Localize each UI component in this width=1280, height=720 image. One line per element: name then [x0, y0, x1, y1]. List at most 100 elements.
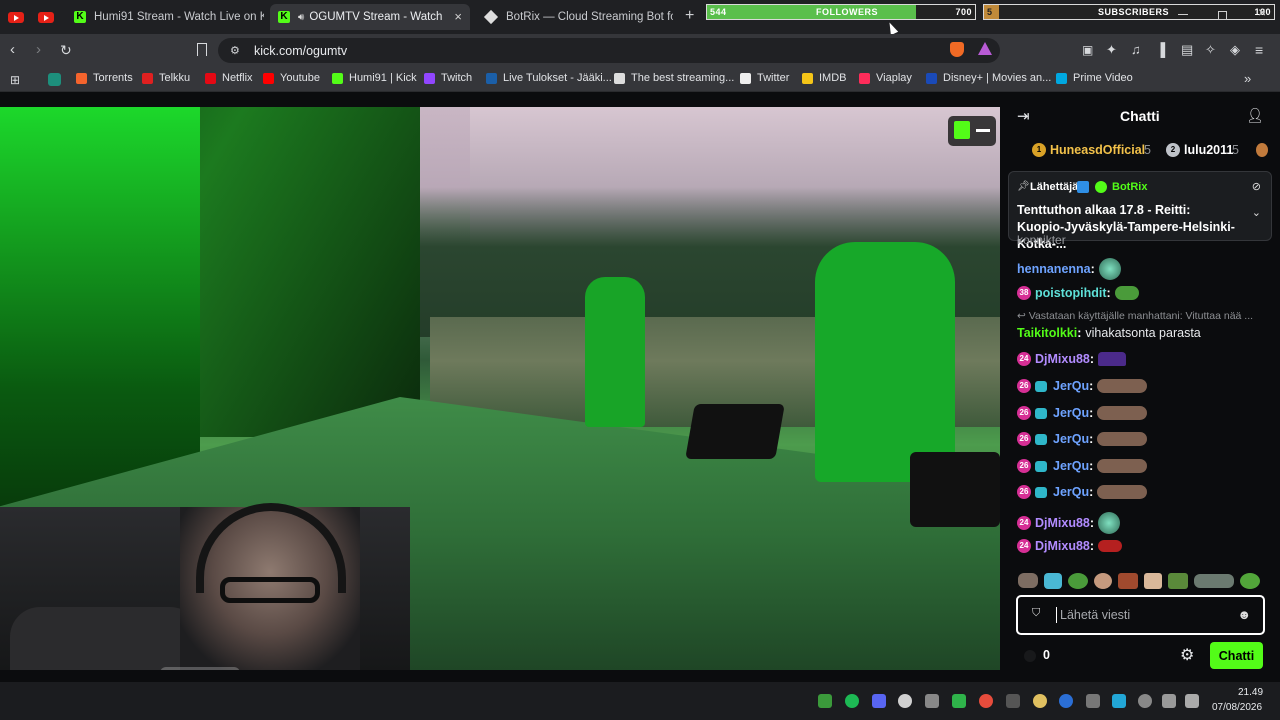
emote-rock-icon[interactable] [1097, 459, 1148, 473]
pinned-sender[interactable]: BotRix [1112, 181, 1147, 193]
bluetooth-icon[interactable] [1059, 694, 1073, 708]
url-bar[interactable]: ⚙︎ kick.com/ogumtv [218, 38, 1000, 63]
gifter-name[interactable]: lulu2011 [1184, 143, 1233, 157]
clock-date[interactable]: 07/08/2026 [1212, 702, 1262, 713]
microphone-icon[interactable] [1138, 694, 1152, 708]
chat-username[interactable]: Taikitolkki [1017, 326, 1077, 340]
emote-face-icon[interactable] [1094, 573, 1112, 589]
gifter-name[interactable]: HuneasdOfficial [1050, 143, 1145, 157]
emote-red-icon[interactable] [1098, 540, 1123, 552]
emote-dance-icon[interactable] [1044, 573, 1062, 589]
chat-username[interactable]: DjMixu88 [1035, 352, 1090, 366]
emoji-icon[interactable]: ☻ [1237, 607, 1251, 622]
restore-icon[interactable] [1218, 11, 1227, 20]
hide-pin-icon[interactable]: ⊘ [1252, 180, 1261, 193]
collapse-chat-icon[interactable]: ⇥ [1017, 107, 1030, 125]
close-window-icon[interactable]: × [1258, 4, 1266, 20]
pinned-tab-youtube-2[interactable] [34, 7, 58, 27]
chat-username[interactable]: JerQu [1053, 406, 1089, 420]
wallet-icon[interactable]: ▤ [1181, 42, 1193, 58]
emote-rock-icon[interactable] [1097, 379, 1148, 393]
expand-pin-icon[interactable]: ⌄ [1252, 206, 1261, 219]
bookmark-item[interactable]: Twitter [740, 72, 789, 84]
app-icon[interactable] [1006, 694, 1020, 708]
bookmark-item[interactable]: Prime Video [1056, 72, 1133, 84]
video-player[interactable] [0, 107, 1000, 670]
emote-frog2-icon[interactable] [1240, 573, 1260, 589]
more-bookmarks-icon[interactable]: » [1244, 71, 1251, 86]
chat-username[interactable]: JerQu [1053, 432, 1089, 446]
emote-angry-icon[interactable] [1118, 573, 1138, 589]
emote-frog-icon[interactable] [1098, 258, 1121, 280]
screen-share-icon[interactable]: ▣ [1082, 42, 1093, 58]
bookmark-item[interactable]: IMDB [802, 72, 847, 84]
vpn-icon[interactable]: ◈ [1230, 42, 1240, 58]
pinned-message[interactable]: 📌︎ Lähettäjä BotRix ⊘ Tenttuthon alkaa 1… [1008, 171, 1272, 251]
site-settings-icon[interactable]: ⚙︎ [230, 44, 240, 57]
minimize-icon[interactable] [1178, 14, 1188, 15]
bookmark-item[interactable]: Disney+ | Movies an... [926, 72, 1051, 84]
chat-username[interactable]: JerQu [1053, 459, 1089, 473]
bookmark-item[interactable]: Telkku [142, 72, 190, 84]
emote-frog-icon[interactable] [1098, 512, 1121, 534]
app-icon-2[interactable] [1033, 694, 1047, 708]
volume-icon[interactable] [1185, 694, 1199, 708]
cloud-icon[interactable] [898, 694, 912, 708]
emote-pepe-icon[interactable] [1068, 573, 1088, 589]
media-icon[interactable]: ♫ [1131, 42, 1141, 58]
edge-icon[interactable] [1112, 694, 1126, 708]
emote-rock-icon[interactable] [1018, 573, 1038, 588]
chat-username[interactable]: poistopihdit [1035, 286, 1107, 300]
tab-humi91[interactable]: K Humi91 Stream - Watch Live on Kick [66, 4, 264, 30]
brave-shield-icon[interactable] [950, 42, 964, 57]
send-chat-button[interactable]: Chatti [1210, 642, 1263, 669]
chat-username[interactable]: JerQu [1053, 379, 1089, 393]
leo-ai-icon[interactable]: ✧ [1205, 42, 1216, 58]
bookmark-icon[interactable] [197, 43, 207, 56]
emote-rock-icon[interactable] [1097, 432, 1148, 446]
bookmark-item[interactable]: Humi91 | Kick [332, 72, 417, 84]
chat-username[interactable]: hennanenna [1017, 262, 1091, 276]
bookmark-item[interactable]: The best streaming... [614, 72, 734, 84]
chat-username[interactable]: JerQu [1053, 485, 1089, 499]
close-tab-icon[interactable]: × [454, 9, 462, 24]
emote-rock-icon[interactable] [1097, 485, 1148, 499]
device-icon[interactable] [1086, 694, 1100, 708]
forward-icon[interactable]: › [36, 42, 41, 58]
obs-icon[interactable] [979, 694, 993, 708]
new-tab-button[interactable]: + [685, 7, 694, 25]
back-icon[interactable]: ‹ [10, 42, 15, 58]
chat-input-box[interactable]: ⛉ Lähetä viesti ☻ [1016, 595, 1265, 635]
spotify-icon[interactable] [845, 694, 859, 708]
chat-username[interactable]: DjMixu88 [1035, 539, 1090, 553]
bookmark-app-icon[interactable] [48, 73, 61, 86]
emote-pepe-icon[interactable] [1114, 286, 1139, 300]
emote-group-icon[interactable] [1194, 574, 1234, 588]
play-icon[interactable] [952, 694, 966, 708]
chat-username[interactable]: DjMixu88 [1035, 516, 1090, 530]
clock-time[interactable]: 21.49 [1238, 687, 1263, 698]
reload-icon[interactable]: ↻ [60, 42, 72, 58]
apps-grid-icon[interactable]: ⊞ [10, 73, 20, 87]
chat-settings-icon[interactable]: ⚙︎ [1180, 645, 1194, 665]
bookmark-item[interactable]: Twitch [424, 72, 472, 84]
gamepad-icon[interactable] [925, 694, 939, 708]
discord-icon[interactable] [872, 694, 886, 708]
nvidia-icon[interactable] [818, 694, 832, 708]
bookmark-item[interactable]: Youtube [263, 72, 320, 84]
emote-rock-icon[interactable] [1097, 406, 1148, 420]
chat-users-icon[interactable]: 👤︎ [1246, 107, 1264, 124]
brave-rewards-icon[interactable] [978, 42, 992, 55]
bookmark-item[interactable]: Netflix [205, 72, 253, 84]
sidebar-icon[interactable]: ▐ [1156, 42, 1165, 58]
pinned-tab-youtube-1[interactable] [4, 7, 28, 27]
tab-botrix[interactable]: BotRix — Cloud Streaming Bot for Twitch [478, 4, 673, 30]
emote-frog-icon[interactable] [1168, 573, 1188, 589]
bookmark-item[interactable]: Viaplay [859, 72, 912, 84]
emote-face2-icon[interactable] [1144, 573, 1162, 589]
network-icon[interactable] [1162, 694, 1176, 708]
extensions-icon[interactable]: ✦ [1106, 42, 1117, 58]
tab-ogumtv[interactable]: K 🔊︎ OGUMTV Stream - Watch Live on Kick … [270, 4, 470, 30]
bookmark-item[interactable]: Live Tulokset - Jääki... [486, 72, 612, 84]
channel-points-icon[interactable] [1024, 650, 1036, 662]
